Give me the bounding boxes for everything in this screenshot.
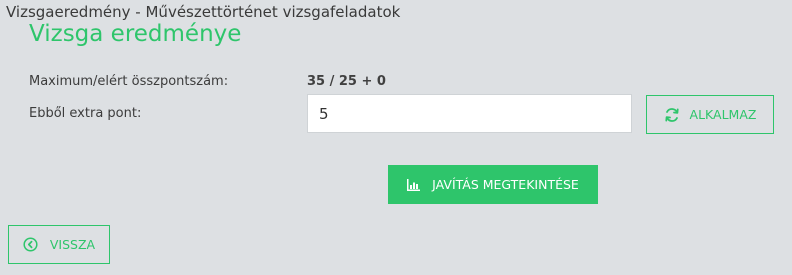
back-button[interactable]: VISSZA bbox=[8, 225, 110, 264]
back-button-label: VISSZA bbox=[49, 237, 96, 252]
apply-button-label: ALKALMAZ bbox=[689, 107, 757, 122]
circle-chevron-left-icon bbox=[23, 237, 38, 252]
extra-points-label: Ebből extra pont: bbox=[29, 106, 142, 121]
max-score-value: 35 / 25 + 0 bbox=[307, 74, 386, 89]
apply-button[interactable]: ALKALMAZ bbox=[646, 95, 774, 134]
page-title: Vizsga eredménye bbox=[29, 21, 242, 47]
view-corrections-label: JAVÍTÁS MEGTEKINTÉSE bbox=[432, 177, 579, 192]
window-title: Vizsgaeredmény - Művészettörténet vizsga… bbox=[6, 3, 401, 21]
extra-points-input[interactable] bbox=[307, 94, 632, 133]
bar-chart-icon bbox=[407, 178, 421, 191]
max-score-label: Maximum/elért összpontszám: bbox=[29, 74, 229, 89]
view-corrections-button[interactable]: JAVÍTÁS MEGTEKINTÉSE bbox=[388, 165, 598, 204]
refresh-icon bbox=[664, 107, 680, 123]
